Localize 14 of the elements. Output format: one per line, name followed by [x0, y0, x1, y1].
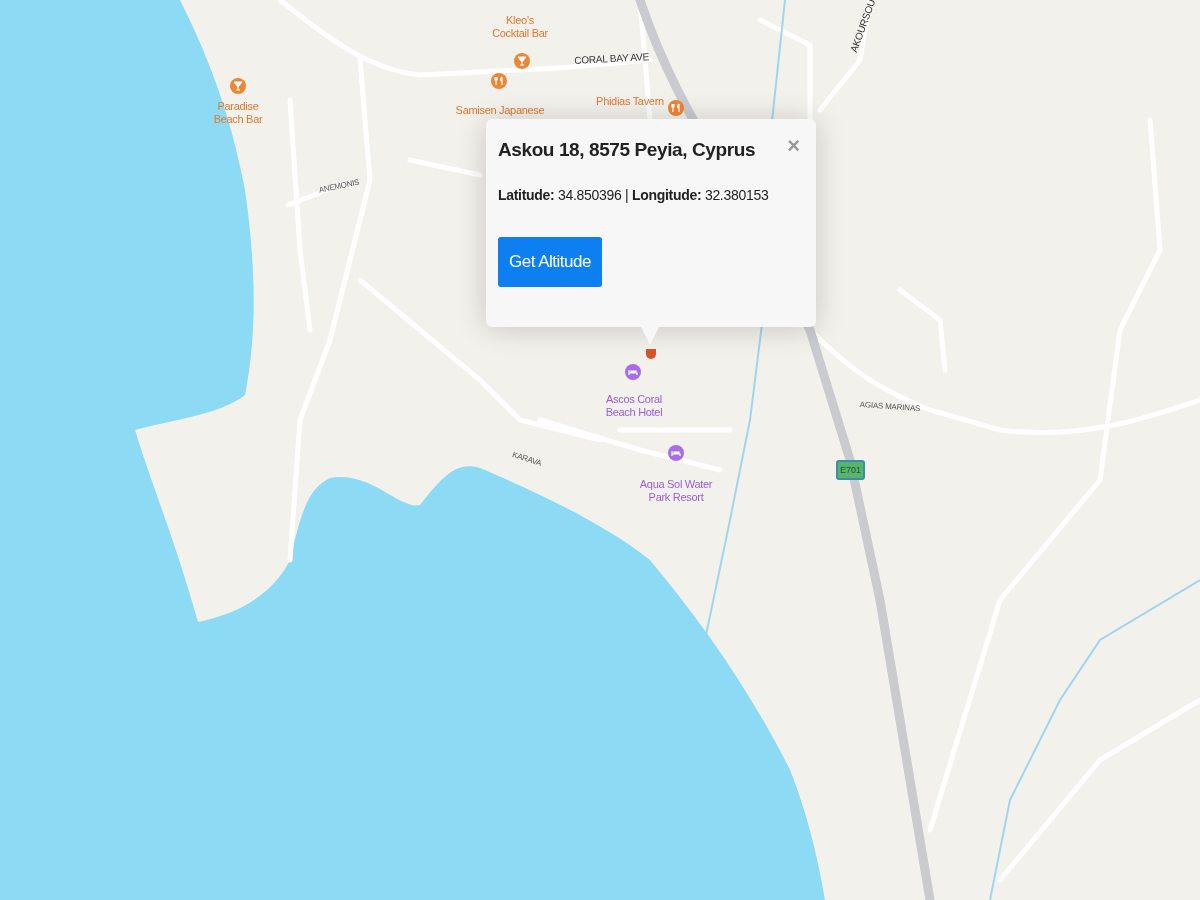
route-shield: E701 [836, 460, 866, 480]
street-label: CORAL BAY AVE [574, 51, 650, 66]
place-label: Phidias Tavern [596, 95, 664, 108]
address-title: Askou 18, 8575 Peyia, Cyprus [498, 139, 756, 161]
place-label: Samisen Japanese [455, 104, 545, 117]
place-label: Kleo's Cocktail Bar [492, 14, 548, 40]
street-label: AGIAS MARINAS [859, 400, 921, 414]
coordinates-text: Latitude: 34.850396 | Longitude: 32.380153 [498, 187, 770, 203]
place-label: Aqua Sol Water Park Resort [639, 478, 713, 504]
get-altitude-button[interactable]: Get Altitude [498, 237, 602, 287]
place-label: Ascos Coral Beach Hotel [605, 393, 663, 419]
close-button[interactable]: × [783, 137, 804, 155]
location-marker-icon [646, 349, 656, 359]
place-label: Paradise Beach Bar [213, 100, 263, 126]
